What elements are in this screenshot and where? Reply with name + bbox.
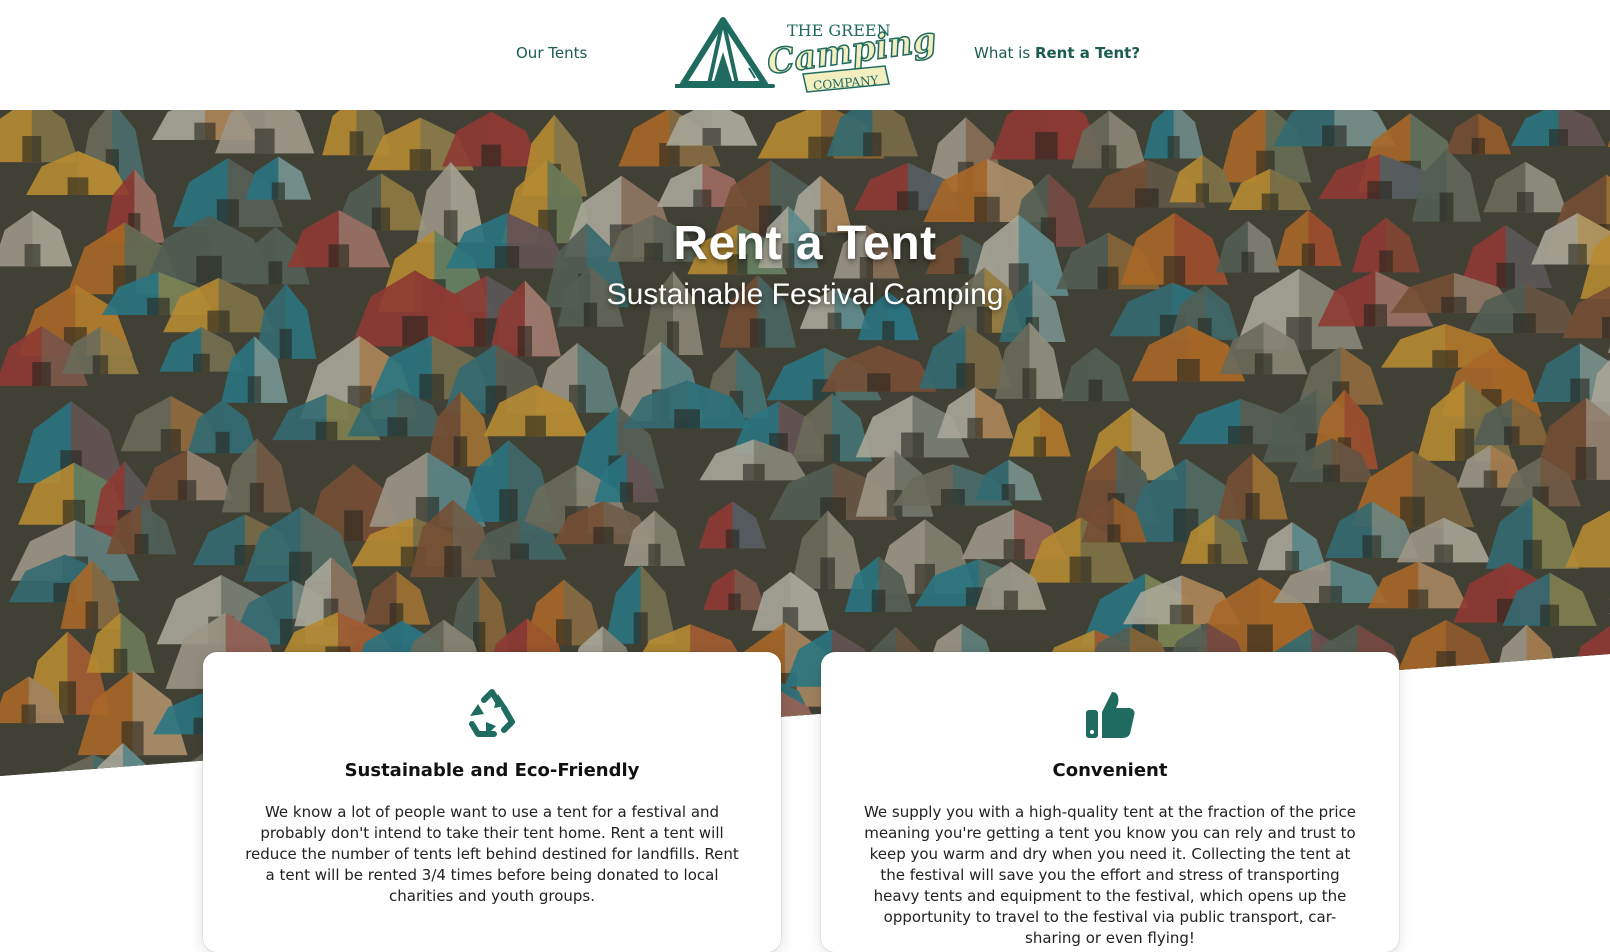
feature-card-sustainable: Sustainable and Eco-Friendly We know a l… xyxy=(203,652,781,952)
company-logo[interactable]: THE GREEN Camping COMPANY xyxy=(673,12,940,98)
feature-card-convenient: Convenient We supply you with a high-qua… xyxy=(821,652,1399,952)
hero-subtitle: Sustainable Festival Camping xyxy=(606,278,1004,311)
nav-what-is-rent-a-tent[interactable]: What is Rent a Tent? xyxy=(974,44,1140,62)
thumbs-up-icon xyxy=(1086,692,1135,738)
nav-our-tents[interactable]: Our Tents xyxy=(516,44,587,62)
hero-title: Rent a Tent xyxy=(673,217,937,270)
recycle-icon xyxy=(469,689,515,737)
tent-logo-icon: THE GREEN Camping COMPANY xyxy=(673,17,940,93)
site-header: Our Tents THE GREEN Camping COMPANY What… xyxy=(0,0,1610,110)
card-title: Convenient xyxy=(1052,760,1168,781)
card-text: We know a lot of people want to use a te… xyxy=(245,803,739,905)
card-title: Sustainable and Eco-Friendly xyxy=(344,760,640,781)
nav-what-bold: Rent a Tent? xyxy=(1034,44,1141,62)
nav-what-prefix: What is xyxy=(974,44,1035,62)
card-text: We supply you with a high-quality tent a… xyxy=(863,803,1357,947)
card-icon-wrap xyxy=(821,686,1399,742)
card-icon-wrap xyxy=(203,686,781,742)
